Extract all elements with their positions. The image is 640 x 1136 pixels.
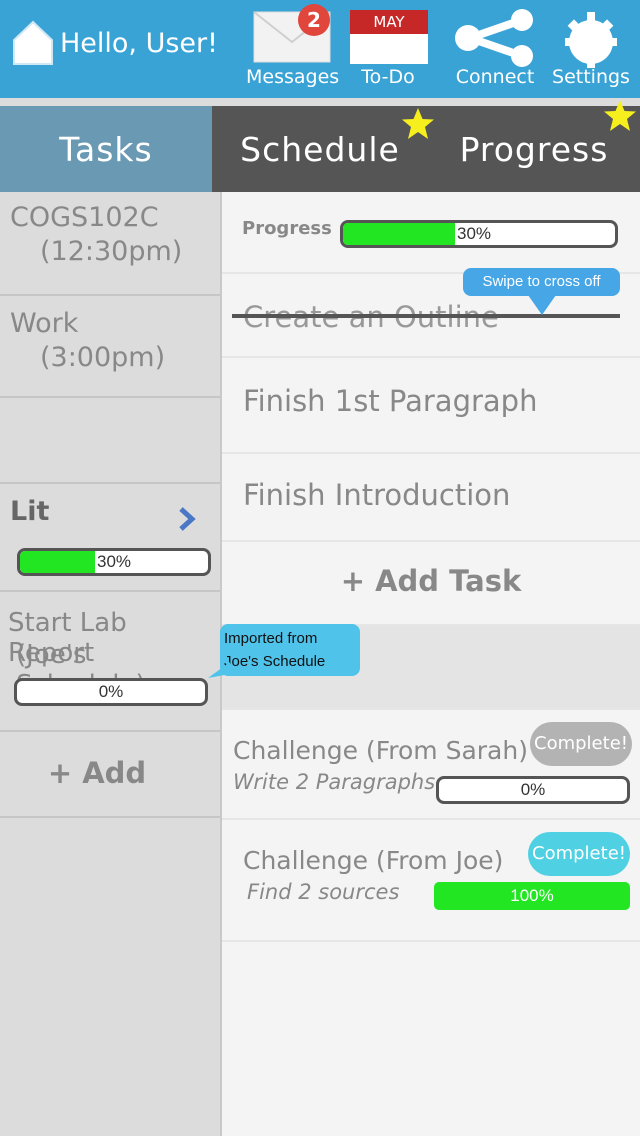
gear-icon: [565, 12, 617, 68]
lit-progress-bar: 30%: [17, 548, 211, 576]
sidebar-item-lit[interactable]: Lit 30%: [0, 484, 220, 592]
add-task-label: + Add Task: [340, 564, 522, 598]
add-task-button[interactable]: + Add Task: [222, 542, 640, 626]
connect-label: Connect: [455, 66, 535, 88]
todo-label: To-Do: [361, 66, 415, 88]
hint-line: Imported from: [224, 630, 318, 647]
lab-report-progress-bar: 0%: [14, 678, 208, 706]
settings-label: Settings: [552, 66, 630, 88]
tab-tasks[interactable]: Tasks: [0, 106, 212, 192]
tab-bar: Tasks Schedule Progress: [0, 100, 640, 192]
challenge-title: Challenge (From Joe): [243, 846, 504, 875]
sidebar-item-lab-report[interactable]: Start Lab Report (Joe's Schedule) 0%: [0, 592, 220, 732]
task-label: Finish Introduction: [243, 478, 511, 512]
challenge-progress-bar: 0%: [436, 776, 630, 804]
challenge-title: Challenge (From Sarah): [233, 736, 528, 765]
bubble-pointer: [528, 295, 556, 315]
star-icon: [604, 100, 636, 131]
imported-hint-bubble: Imported from Joe's Schedule: [220, 624, 360, 676]
hint-line: Joe's Schedule: [224, 653, 326, 670]
sidebar-item-work[interactable]: Work (3:00pm): [0, 296, 220, 398]
progress-text: 0%: [520, 780, 546, 799]
messages-badge: 2: [298, 4, 330, 36]
messages-label: Messages: [246, 66, 340, 88]
calendar-month: MAY: [350, 10, 428, 34]
sidebar-add-button[interactable]: + Add: [0, 732, 220, 818]
schedule-sidebar: COGS102C (12:30pm) Work (3:00pm) Lit 30%…: [0, 192, 222, 1136]
progress-text: 30%: [457, 224, 492, 243]
swipe-hint-bubble: Swipe to cross off: [463, 268, 620, 296]
strikethrough-line: [232, 314, 620, 318]
challenge-subtitle: Find 2 sources: [247, 880, 400, 904]
tab-schedule[interactable]: Schedule: [212, 106, 428, 192]
progress-label: Progress: [242, 218, 332, 239]
task-row[interactable]: Finish 1st Paragraph: [222, 358, 640, 454]
task-label: Finish 1st Paragraph: [243, 384, 538, 418]
challenge-subtitle: Write 2 Paragraphs: [233, 770, 436, 794]
settings-button[interactable]: Settings: [545, 6, 637, 92]
overall-progress-bar: 30%: [340, 220, 618, 248]
calendar-icon: [350, 34, 428, 64]
greeting-text: Hello, User!: [60, 27, 218, 59]
progress-text: 30%: [96, 552, 132, 571]
share-icon: [455, 9, 533, 67]
sidebar-item-time: (3:00pm): [40, 342, 166, 373]
sidebar-item-cogs102c[interactable]: COGS102C (12:30pm): [0, 192, 220, 296]
sidebar-item-title: Work: [10, 308, 79, 339]
bubble-pointer: [208, 662, 230, 678]
add-label: + Add: [47, 756, 147, 790]
overall-progress-row: Progress 30%: [222, 192, 640, 274]
challenge-card[interactable]: Challenge (From Sarah) Write 2 Paragraph…: [222, 710, 640, 820]
progress-text: 100%: [510, 886, 554, 905]
sidebar-item-title: COGS102C: [10, 202, 159, 233]
chevron-right-icon[interactable]: [176, 506, 198, 532]
connect-button[interactable]: Connect: [449, 6, 541, 92]
progress-text: 0%: [98, 682, 124, 701]
top-bar: Hello, User! 2 Messages MAY To-Do Connec…: [0, 0, 640, 98]
todo-button[interactable]: MAY To-Do: [342, 6, 434, 92]
app-screen: Hello, User! 2 Messages MAY To-Do Connec…: [0, 0, 640, 1136]
home-greeting[interactable]: Hello, User!: [12, 20, 218, 66]
progress-fill: [343, 223, 455, 245]
star-icon: [402, 108, 434, 139]
complete-button[interactable]: Complete!: [530, 722, 632, 766]
challenge-card[interactable]: Challenge (From Joe) Find 2 sources Comp…: [222, 820, 640, 942]
messages-button[interactable]: 2 Messages: [246, 4, 340, 92]
sidebar-item-title: Lit: [10, 496, 50, 527]
sidebar-item-time: (12:30pm): [40, 236, 183, 267]
challenge-progress-bar: 100%: [434, 882, 630, 910]
complete-button[interactable]: Complete!: [528, 832, 630, 876]
home-icon: [13, 20, 53, 65]
task-row[interactable]: Finish Introduction: [222, 454, 640, 542]
sidebar-empty-slot[interactable]: [0, 398, 220, 484]
